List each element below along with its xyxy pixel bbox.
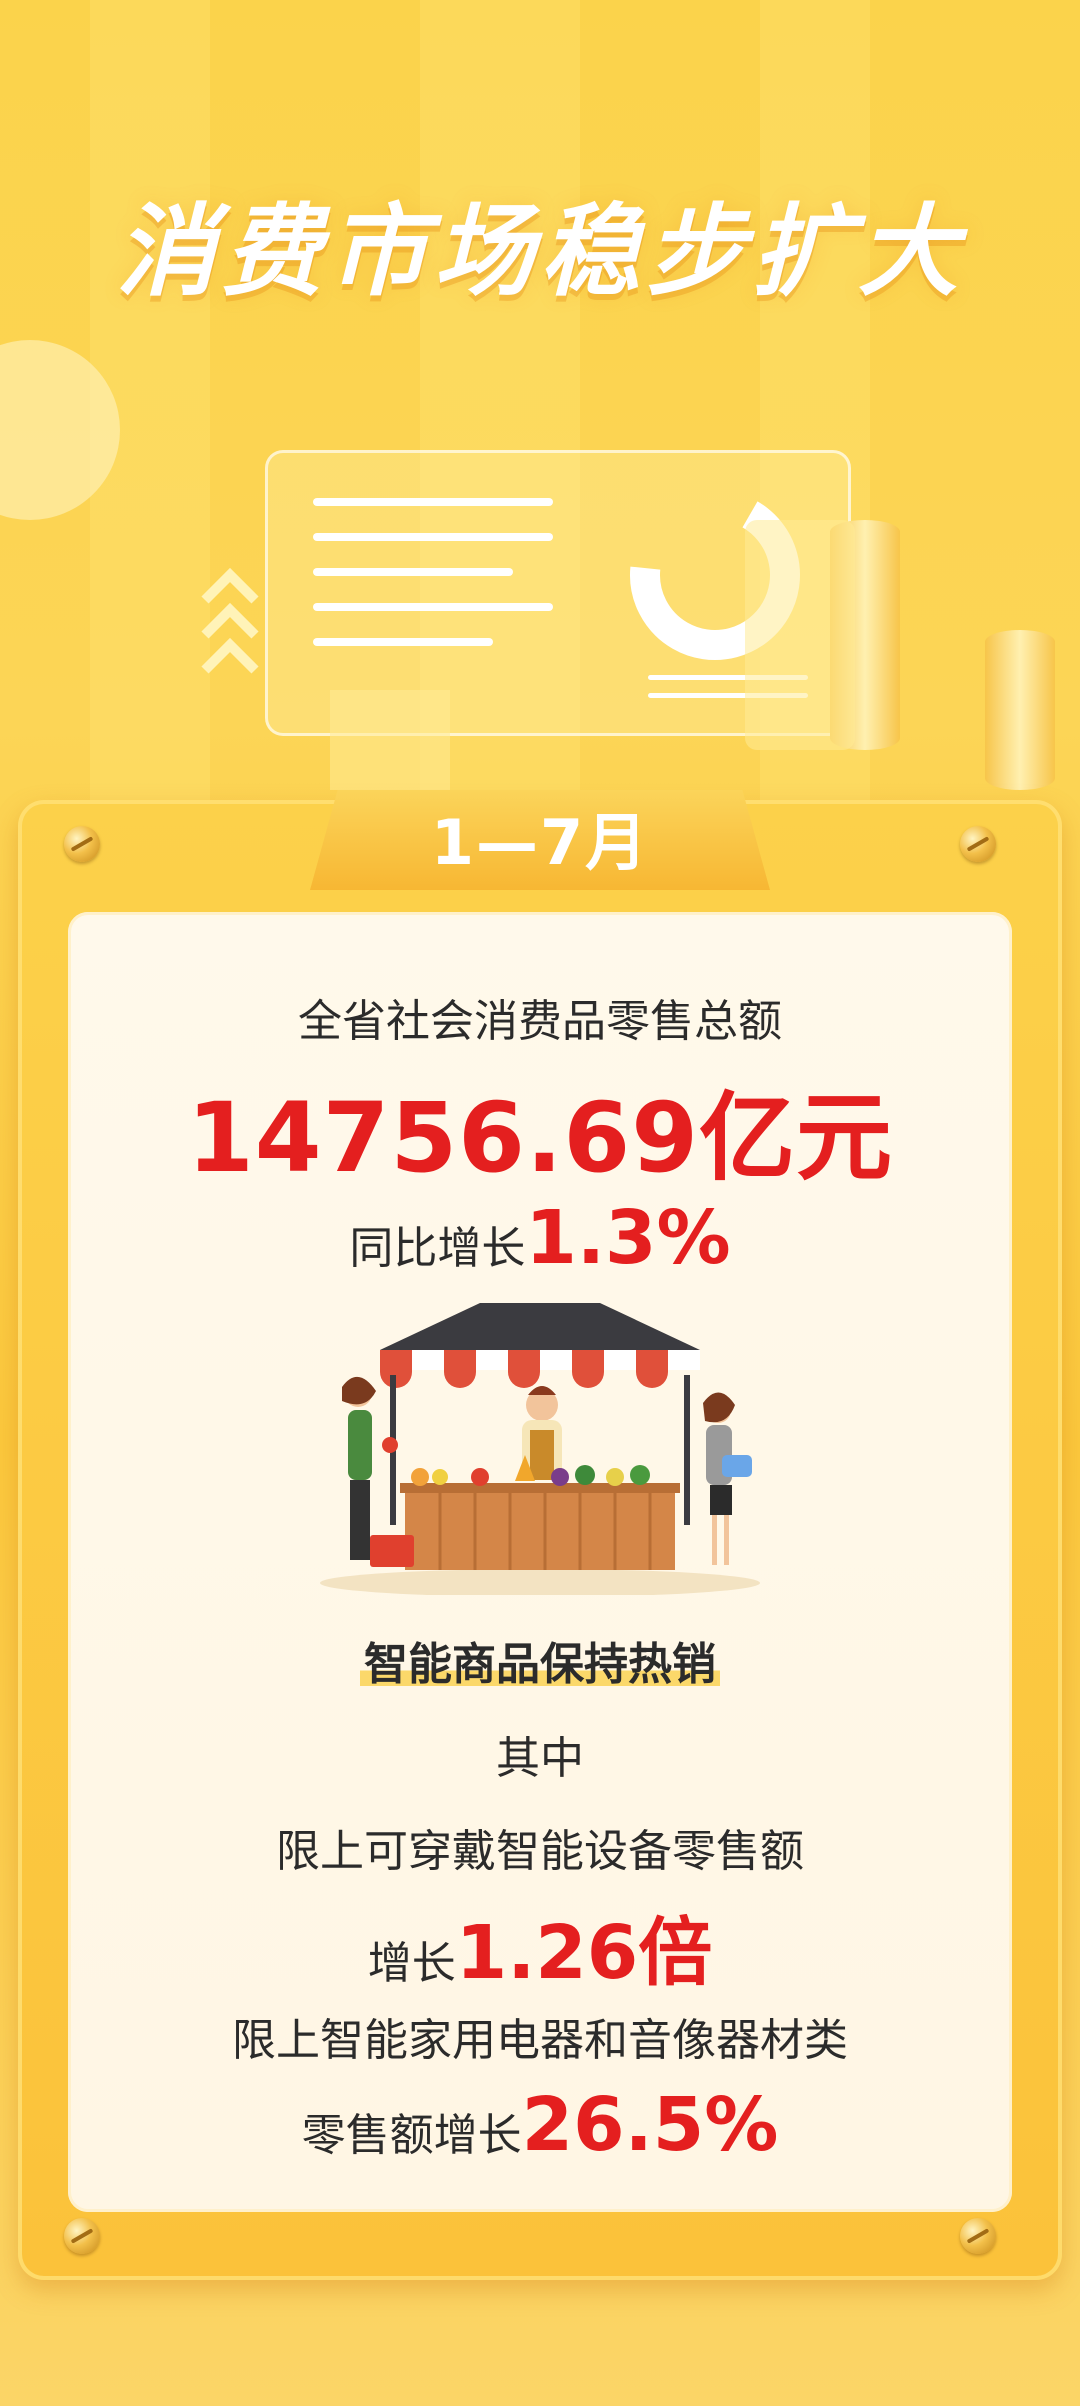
growth-prefix: 同比增长 [349,1223,526,1274]
rivet [960,826,996,862]
hero-banner: 消费市场稳步扩大 [0,0,1080,820]
appliances-row: 零售额增长26.5% [68,2082,1012,2168]
wearables-prefix: 增长 [367,1938,456,1989]
rivet [960,2218,996,2254]
wearables-value: 1.26倍 [455,1910,713,1996]
appliances-label: 限上智能家用电器和音像器材类 [232,2015,848,2066]
market-stall-illustration [310,1295,770,1597]
bar-decoration [330,690,450,790]
coin-stack [985,630,1055,790]
headline-value: 14756.69亿元 [186,1082,894,1194]
text-line [313,568,513,576]
headline-label: 全省社会消费品零售总额 [298,996,782,1047]
text-line [313,638,493,646]
section-title: 智能商品保持热销 [68,1628,1012,1692]
rivet [64,2218,100,2254]
rivet [64,826,100,862]
chevron-up-icon [201,567,259,674]
bar-decoration [745,520,855,750]
text-line [313,603,553,611]
growth-row: 同比增长1.3% [68,1195,1012,1281]
page-title: 消费市场稳步扩大 [116,193,964,310]
wearables-row: 增长1.26倍 [68,1893,1012,2000]
period-label: 1—7月 [430,806,650,879]
qizhong-label: 其中 [496,1733,584,1784]
wearables-label: 限上可穿戴智能设备零售额 [276,1826,804,1877]
section-title-text: 智能商品保持热销 [360,1639,720,1690]
appliances-prefix: 零售额增长 [301,2110,522,2161]
growth-value: 1.3% [525,1195,731,1281]
text-line [313,498,553,506]
text-line [313,533,553,541]
appliances-value: 26.5% [521,2082,779,2168]
